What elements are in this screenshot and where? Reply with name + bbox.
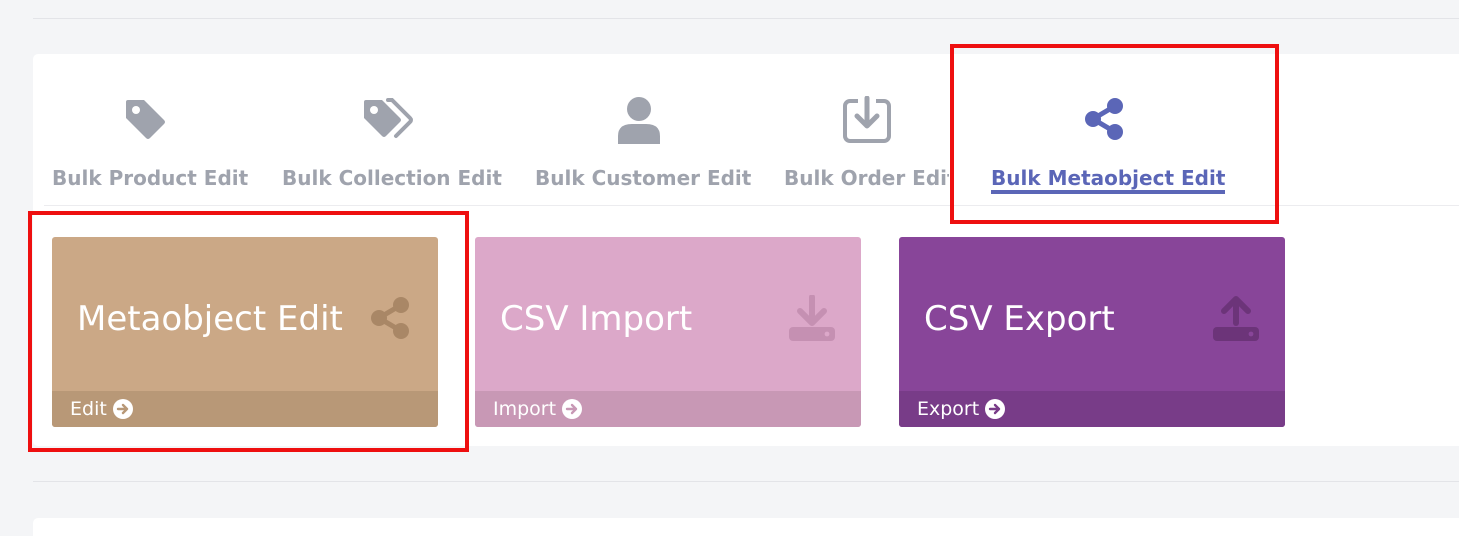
share-icon [991,96,1218,148]
card-footer[interactable]: Import [475,391,861,427]
arrow-right-icon [112,399,133,419]
tab-bulk-metaobject-edit[interactable]: Bulk Metaobject Edit [991,96,1226,194]
csv-export-card[interactable]: CSV Export Export [899,237,1285,427]
csv-import-card[interactable]: CSV Import Import [475,237,861,427]
tab-label: Bulk Collection Edit [282,166,502,190]
tags-icon [282,96,493,148]
upload-icon [1211,295,1261,349]
card-title: CSV Export [924,299,1115,339]
top-divider [33,18,1459,19]
tag-icon [52,96,240,148]
tab-bulk-product-edit[interactable]: Bulk Product Edit [52,96,248,193]
metaobject-edit-card[interactable]: Metaobject Edit Edit [52,237,438,427]
card-footer[interactable]: Edit [52,391,438,427]
card-title: CSV Import [500,299,693,339]
tab-label: Bulk Order Edit [784,166,949,190]
card-action-label[interactable]: Edit [70,398,107,420]
tabs-divider [44,205,1459,206]
share-icon [368,295,414,345]
card-action-label[interactable]: Import [493,398,556,420]
card-title: Metaobject Edit [77,299,343,339]
tab-label: Bulk Customer Edit [535,166,752,190]
tab-bulk-order-edit[interactable]: Bulk Order Edit [784,96,949,197]
download-icon [787,294,837,349]
download-box-icon [784,96,949,148]
tab-label: Bulk Product Edit [52,166,249,190]
next-panel [33,518,1459,536]
tab-label: Bulk Metaobject Edit [991,166,1226,194]
bottom-divider [33,481,1459,482]
tab-bulk-collection-edit[interactable]: Bulk Collection Edit [282,96,502,193]
arrow-right-icon [985,399,1006,419]
arrow-right-icon [562,399,583,419]
card-footer[interactable]: Export [899,391,1285,427]
user-icon [535,96,742,148]
card-action-label[interactable]: Export [917,398,979,420]
tab-bulk-customer-edit[interactable]: Bulk Customer Edit [535,96,751,193]
